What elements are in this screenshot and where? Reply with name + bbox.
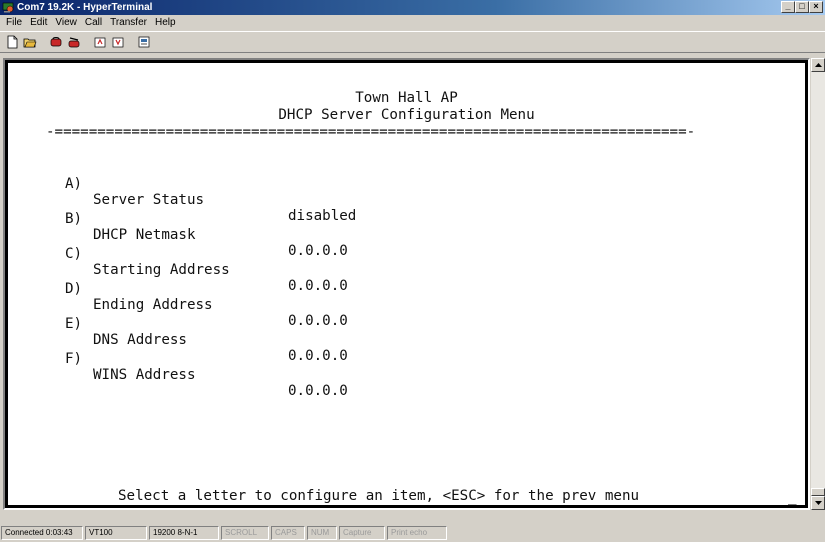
menu-transfer[interactable]: Transfer [106, 15, 151, 31]
option-key: C) [65, 246, 83, 262]
option-key: A) [65, 176, 83, 192]
menu-bar: File Edit View Call Transfer Help [0, 15, 825, 31]
status-print-echo: Print echo [387, 526, 447, 540]
menu-option-wins-address[interactable]: F) WINS Address 0.0.0.0 [8, 335, 805, 415]
scrollbar-thumb[interactable] [811, 488, 825, 496]
window-title: Com7 19.2K - HyperTerminal [17, 2, 153, 13]
option-key: E) [65, 316, 83, 332]
terminal-frame: Town Hall AP DHCP Server Configuration M… [3, 58, 810, 510]
hyperterminal-app-icon[interactable] [2, 2, 14, 13]
status-connected: Connected 0:03:43 [1, 526, 83, 540]
status-caps: CAPS [271, 526, 305, 540]
terminal-header-line1: Town Hall AP [355, 90, 458, 106]
scroll-down-arrow-icon[interactable] [811, 496, 825, 510]
receive-icon[interactable] [109, 33, 127, 51]
menu-help[interactable]: Help [151, 15, 180, 31]
new-icon[interactable] [3, 33, 21, 51]
status-port-settings: 19200 8-N-1 [149, 526, 219, 540]
terminal-prompt: Select a letter to configure an item, <E… [118, 488, 640, 504]
maximize-button[interactable]: □ [795, 1, 809, 13]
status-capture: Capture [339, 526, 385, 540]
menu-view[interactable]: View [51, 15, 81, 31]
status-scroll: SCROLL [221, 526, 269, 540]
terminal-separator: -=======================================… [46, 124, 696, 140]
disconnect-icon[interactable] [65, 33, 83, 51]
status-emulation: VT100 [85, 526, 147, 540]
option-label: WINS Address [93, 367, 196, 383]
properties-icon[interactable] [135, 33, 153, 51]
menu-file[interactable]: File [2, 15, 26, 31]
close-button[interactable]: × [809, 1, 823, 13]
toolbar [0, 31, 825, 53]
send-icon[interactable] [91, 33, 109, 51]
vertical-scrollbar[interactable] [811, 58, 825, 510]
title-bar[interactable]: Com7 19.2K - HyperTerminal _ □ × [0, 0, 825, 15]
option-key: F) [65, 351, 83, 367]
status-num: NUM [307, 526, 337, 540]
minimize-button[interactable]: _ [781, 1, 795, 13]
menu-call[interactable]: Call [81, 15, 106, 31]
connect-icon[interactable] [47, 33, 65, 51]
open-icon[interactable] [21, 33, 39, 51]
scroll-up-arrow-icon[interactable] [811, 58, 825, 72]
option-key: D) [65, 281, 83, 297]
status-bar: Connected 0:03:43 VT100 19200 8-N-1 SCRO… [0, 524, 825, 542]
menu-edit[interactable]: Edit [26, 15, 51, 31]
terminal-screen[interactable]: Town Hall AP DHCP Server Configuration M… [7, 62, 806, 506]
option-value: 0.0.0.0 [288, 383, 348, 399]
option-key: B) [65, 211, 83, 227]
terminal-cursor: _ [788, 489, 797, 505]
terminal-header-line2: DHCP Server Configuration Menu [278, 107, 535, 123]
